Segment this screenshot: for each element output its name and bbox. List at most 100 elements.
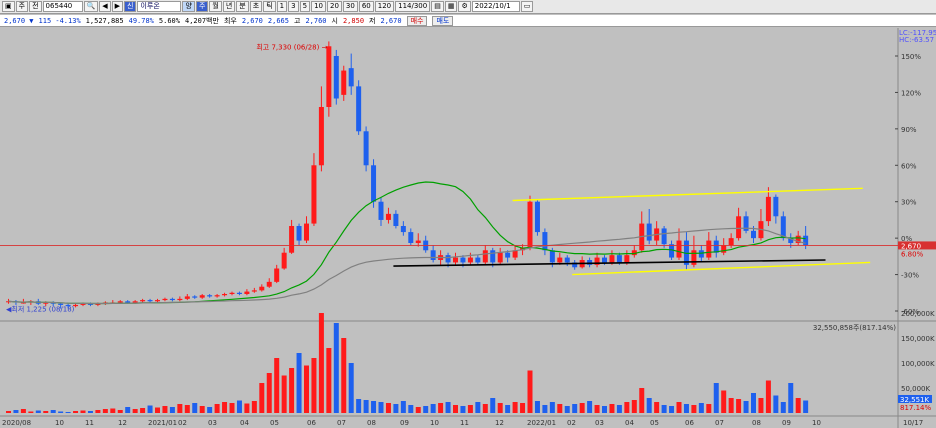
candle-body bbox=[155, 300, 160, 302]
new-badge: 신 bbox=[124, 1, 137, 12]
minute-3[interactable]: 3 bbox=[288, 1, 299, 12]
volume-bar bbox=[490, 398, 496, 413]
date-input[interactable]: 2022/10/1 bbox=[471, 1, 520, 12]
volume-bar bbox=[691, 405, 697, 413]
volume-bar bbox=[73, 411, 79, 413]
date-tick-label: 10 bbox=[812, 419, 821, 427]
volume-bar bbox=[140, 408, 146, 413]
candle-body bbox=[385, 213, 391, 220]
candle-body bbox=[184, 296, 190, 299]
volume-bar bbox=[132, 409, 138, 413]
date-tick-label: 05 bbox=[270, 419, 279, 427]
settings-icon[interactable]: ⚙ bbox=[458, 1, 471, 12]
period-minute[interactable]: 분 bbox=[236, 1, 249, 12]
minute-30[interactable]: 30 bbox=[342, 1, 358, 12]
volume-bar bbox=[125, 407, 131, 413]
volume-bar bbox=[713, 383, 719, 413]
volume-bar bbox=[639, 388, 645, 413]
volume-bar bbox=[385, 403, 391, 413]
volume-bar bbox=[527, 370, 533, 413]
volume-bar bbox=[110, 408, 116, 413]
candle-body bbox=[281, 252, 287, 269]
volume-bar bbox=[438, 403, 444, 413]
stock-chart[interactable]: 150%120%90%60%30%0%-30%-60%LC:-117.95HC:… bbox=[0, 28, 936, 428]
search-icon[interactable]: 🔍 bbox=[83, 1, 99, 12]
volume-bar bbox=[467, 405, 473, 413]
candle-body bbox=[222, 294, 228, 296]
volume-tick-label: 200,000K bbox=[901, 310, 935, 318]
volume-bar bbox=[751, 393, 756, 413]
save-icon[interactable]: ▦ bbox=[444, 1, 458, 12]
candle-body bbox=[482, 250, 488, 263]
volume-current-label: 32,551K bbox=[900, 396, 929, 404]
stock-code-input[interactable]: 065440 bbox=[42, 1, 83, 12]
chart-menu-icon[interactable]: ▣ bbox=[2, 1, 15, 12]
volume-tick-label: 100,000K bbox=[901, 360, 935, 368]
prev-stock-button[interactable]: ◀ bbox=[99, 1, 111, 12]
minute-120[interactable]: 120 bbox=[374, 1, 395, 12]
buy-button[interactable]: 매수 bbox=[406, 15, 428, 26]
date-tick-label: 09 bbox=[400, 419, 409, 427]
volume-bar bbox=[266, 373, 272, 413]
list-icon[interactable]: ▤ bbox=[431, 1, 444, 12]
date-tick-label: 11 bbox=[85, 419, 94, 427]
volume-bar bbox=[475, 402, 481, 413]
period-tick[interactable]: 틱 bbox=[263, 1, 276, 12]
volume-bar bbox=[184, 405, 190, 413]
period-second[interactable]: 초 bbox=[249, 1, 263, 12]
base-price: 2,670 bbox=[241, 16, 263, 25]
volume-bar bbox=[698, 403, 704, 413]
minute-10[interactable]: 10 bbox=[311, 1, 326, 12]
period-year[interactable]: 년 bbox=[222, 1, 236, 12]
volume-bar bbox=[512, 402, 518, 413]
price-tick-label: 120% bbox=[901, 89, 921, 97]
candle-body bbox=[259, 286, 265, 291]
open-label: 시 bbox=[331, 16, 338, 25]
toolbar: ▣ 주 전 065440 🔍 ◀ ▶ 신 이루온 양 주 월 년 분 초 틱 1… bbox=[0, 0, 936, 14]
mode-toggle[interactable]: 양 bbox=[182, 1, 195, 12]
sell-button[interactable]: 매도 bbox=[432, 15, 454, 26]
candle-body bbox=[192, 296, 198, 298]
calendar-icon[interactable]: ▭ bbox=[520, 1, 534, 12]
volume-bar bbox=[549, 402, 555, 413]
volume-bar bbox=[214, 404, 220, 413]
minute-5[interactable]: 5 bbox=[299, 1, 311, 12]
candle-body bbox=[244, 291, 250, 294]
minute-60[interactable]: 60 bbox=[358, 1, 374, 12]
indicator-lines bbox=[0, 181, 898, 305]
channel-upper-line bbox=[512, 187, 863, 202]
volume-bar bbox=[58, 411, 64, 413]
candle-body bbox=[326, 46, 332, 107]
high-note: 최고 7,330 (06/28) → bbox=[256, 42, 327, 51]
date-tick-label: 06 bbox=[307, 419, 316, 427]
candle-body bbox=[296, 226, 302, 241]
period-week[interactable]: 주 bbox=[195, 1, 209, 12]
candle-body bbox=[728, 238, 734, 246]
candle-body bbox=[564, 257, 570, 263]
date-tick-label: 08 bbox=[752, 419, 761, 427]
candle-body bbox=[460, 257, 466, 263]
volume-tick-label: 150,000K bbox=[901, 335, 935, 343]
candle-body bbox=[669, 244, 675, 258]
candle-body bbox=[803, 235, 809, 246]
candle-body bbox=[311, 165, 317, 224]
date-tick-label: 03 bbox=[595, 419, 604, 427]
period-month[interactable]: 월 bbox=[209, 1, 222, 12]
candle-body bbox=[341, 70, 347, 95]
bid-price: 2,665 bbox=[267, 16, 289, 25]
candle-body bbox=[393, 213, 399, 226]
date-tick-label: 11 bbox=[460, 419, 469, 427]
candle-body bbox=[132, 301, 138, 303]
next-stock-button[interactable]: ▶ bbox=[111, 1, 124, 12]
stock-type-button[interactable]: 주 bbox=[15, 1, 29, 12]
hc-label: HC:-63.57 bbox=[899, 36, 934, 44]
volume-bar bbox=[758, 398, 764, 413]
bar-count[interactable]: 114/300 bbox=[395, 1, 431, 12]
candle-body bbox=[780, 216, 786, 239]
volume-bar bbox=[65, 412, 71, 413]
market-combo[interactable]: 전 bbox=[29, 1, 42, 12]
volume-bar bbox=[162, 406, 168, 413]
volume-bar bbox=[192, 403, 198, 413]
minute-20[interactable]: 20 bbox=[326, 1, 342, 12]
minute-1[interactable]: 1 bbox=[276, 1, 288, 12]
